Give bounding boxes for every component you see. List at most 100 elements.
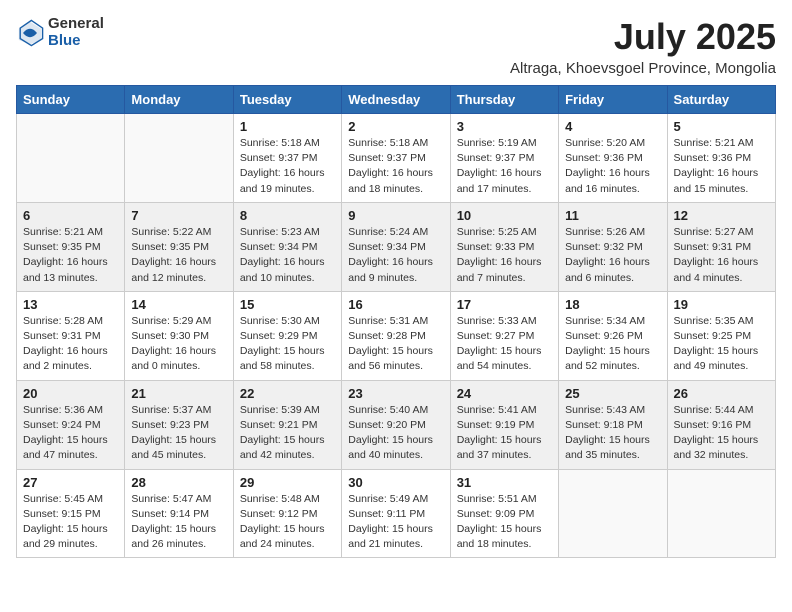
day-number: 30 bbox=[348, 475, 443, 490]
day-info: Sunrise: 5:25 AM Sunset: 9:33 PM Dayligh… bbox=[457, 225, 552, 286]
day-number: 24 bbox=[457, 386, 552, 401]
subtitle: Altraga, Khoevsgoel Province, Mongolia bbox=[510, 60, 776, 77]
day-info: Sunrise: 5:30 AM Sunset: 9:29 PM Dayligh… bbox=[240, 314, 335, 375]
calendar-day-header: Wednesday bbox=[342, 86, 450, 114]
day-number: 4 bbox=[565, 119, 660, 134]
logo-general-text: General bbox=[48, 16, 104, 33]
day-number: 16 bbox=[348, 297, 443, 312]
calendar-day-cell: 17Sunrise: 5:33 AM Sunset: 9:27 PM Dayli… bbox=[450, 291, 558, 380]
day-info: Sunrise: 5:43 AM Sunset: 9:18 PM Dayligh… bbox=[565, 403, 660, 464]
calendar-day-cell: 31Sunrise: 5:51 AM Sunset: 9:09 PM Dayli… bbox=[450, 469, 558, 558]
day-number: 7 bbox=[131, 208, 226, 223]
calendar-day-cell: 8 Sunrise: 5:23 AM Sunset: 9:34 PM Daylig… bbox=[233, 202, 341, 291]
calendar-day-cell bbox=[667, 469, 775, 558]
day-number: 5 bbox=[674, 119, 769, 134]
day-info: Sunrise: 5:31 AM Sunset: 9:28 PM Dayligh… bbox=[348, 314, 443, 375]
calendar-week-row: 13 Sunrise: 5:28 AM Sunset: 9:31 PM Dayli… bbox=[17, 291, 776, 380]
logo-icon bbox=[16, 19, 44, 47]
day-number: 8 bbox=[240, 208, 335, 223]
calendar-day-cell: 19 Sunrise: 5:35 AM Sunset: 9:25 PM Dayli… bbox=[667, 291, 775, 380]
calendar-day-cell: 26Sunrise: 5:44 AM Sunset: 9:16 PM Dayli… bbox=[667, 380, 775, 469]
calendar-table: SundayMondayTuesdayWednesdayThursdayFrid… bbox=[16, 85, 776, 558]
calendar-day-cell: 11Sunrise: 5:26 AM Sunset: 9:32 PM Dayli… bbox=[559, 202, 667, 291]
day-info: Sunrise: 5:48 AM Sunset: 9:12 PM Dayligh… bbox=[240, 492, 335, 553]
day-number: 1 bbox=[240, 119, 335, 134]
calendar-day-cell: 10 Sunrise: 5:25 AM Sunset: 9:33 PM Dayli… bbox=[450, 202, 558, 291]
day-info: Sunrise: 5:29 AM Sunset: 9:30 PM Dayligh… bbox=[131, 314, 226, 375]
day-info: Sunrise: 5:27 AM Sunset: 9:31 PM Dayligh… bbox=[674, 225, 769, 286]
calendar-day-header: Monday bbox=[125, 86, 233, 114]
logo: General Blue bbox=[16, 16, 104, 49]
title-block: July 2025 Altraga, Khoevsgoel Province, … bbox=[510, 16, 776, 77]
calendar-day-header: Tuesday bbox=[233, 86, 341, 114]
day-number: 22 bbox=[240, 386, 335, 401]
calendar-day-cell: 5 Sunrise: 5:21 AM Sunset: 9:36 PM Daylig… bbox=[667, 114, 775, 203]
day-info: Sunrise: 5:45 AM Sunset: 9:15 PM Dayligh… bbox=[23, 492, 118, 553]
calendar-day-header: Sunday bbox=[17, 86, 125, 114]
day-number: 28 bbox=[131, 475, 226, 490]
calendar-day-cell: 18 Sunrise: 5:34 AM Sunset: 9:26 PM Dayli… bbox=[559, 291, 667, 380]
day-info: Sunrise: 5:40 AM Sunset: 9:20 PM Dayligh… bbox=[348, 403, 443, 464]
calendar-day-cell: 14 Sunrise: 5:29 AM Sunset: 9:30 PM Dayli… bbox=[125, 291, 233, 380]
day-info: Sunrise: 5:35 AM Sunset: 9:25 PM Dayligh… bbox=[674, 314, 769, 375]
day-number: 21 bbox=[131, 386, 226, 401]
day-number: 15 bbox=[240, 297, 335, 312]
day-info: Sunrise: 5:34 AM Sunset: 9:26 PM Dayligh… bbox=[565, 314, 660, 375]
day-info: Sunrise: 5:23 AM Sunset: 9:34 PM Dayligh… bbox=[240, 225, 335, 286]
calendar-day-cell bbox=[559, 469, 667, 558]
calendar-day-cell: 4Sunrise: 5:20 AM Sunset: 9:36 PM Daylig… bbox=[559, 114, 667, 203]
calendar-day-header: Friday bbox=[559, 86, 667, 114]
day-number: 27 bbox=[23, 475, 118, 490]
day-info: Sunrise: 5:22 AM Sunset: 9:35 PM Dayligh… bbox=[131, 225, 226, 286]
day-info: Sunrise: 5:47 AM Sunset: 9:14 PM Dayligh… bbox=[131, 492, 226, 553]
day-number: 14 bbox=[131, 297, 226, 312]
day-info: Sunrise: 5:21 AM Sunset: 9:36 PM Dayligh… bbox=[674, 136, 769, 197]
day-number: 23 bbox=[348, 386, 443, 401]
main-title: July 2025 bbox=[510, 16, 776, 58]
day-info: Sunrise: 5:24 AM Sunset: 9:34 PM Dayligh… bbox=[348, 225, 443, 286]
calendar-day-cell: 7 Sunrise: 5:22 AM Sunset: 9:35 PM Daylig… bbox=[125, 202, 233, 291]
calendar-day-cell: 23 Sunrise: 5:40 AM Sunset: 9:20 PM Dayli… bbox=[342, 380, 450, 469]
day-info: Sunrise: 5:51 AM Sunset: 9:09 PM Dayligh… bbox=[457, 492, 552, 553]
calendar-week-row: 1 Sunrise: 5:18 AM Sunset: 9:37 PM Daylig… bbox=[17, 114, 776, 203]
day-number: 25 bbox=[565, 386, 660, 401]
calendar-day-cell: 25 Sunrise: 5:43 AM Sunset: 9:18 PM Dayli… bbox=[559, 380, 667, 469]
logo-blue-text: Blue bbox=[48, 33, 104, 50]
calendar-day-cell: 12Sunrise: 5:27 AM Sunset: 9:31 PM Dayli… bbox=[667, 202, 775, 291]
day-number: 18 bbox=[565, 297, 660, 312]
calendar-day-cell: 1 Sunrise: 5:18 AM Sunset: 9:37 PM Daylig… bbox=[233, 114, 341, 203]
day-number: 6 bbox=[23, 208, 118, 223]
day-info: Sunrise: 5:18 AM Sunset: 9:37 PM Dayligh… bbox=[240, 136, 335, 197]
calendar-header-row: SundayMondayTuesdayWednesdayThursdayFrid… bbox=[17, 86, 776, 114]
day-info: Sunrise: 5:36 AM Sunset: 9:24 PM Dayligh… bbox=[23, 403, 118, 464]
calendar-day-cell: 6 Sunrise: 5:21 AM Sunset: 9:35 PM Daylig… bbox=[17, 202, 125, 291]
day-info: Sunrise: 5:49 AM Sunset: 9:11 PM Dayligh… bbox=[348, 492, 443, 553]
calendar-day-cell: 28 Sunrise: 5:47 AM Sunset: 9:14 PM Dayli… bbox=[125, 469, 233, 558]
calendar-day-cell: 27 Sunrise: 5:45 AM Sunset: 9:15 PM Dayli… bbox=[17, 469, 125, 558]
day-number: 29 bbox=[240, 475, 335, 490]
calendar-day-cell: 2Sunrise: 5:18 AM Sunset: 9:37 PM Daylig… bbox=[342, 114, 450, 203]
calendar-day-cell: 9Sunrise: 5:24 AM Sunset: 9:34 PM Daylig… bbox=[342, 202, 450, 291]
day-number: 13 bbox=[23, 297, 118, 312]
calendar-day-cell: 29 Sunrise: 5:48 AM Sunset: 9:12 PM Dayli… bbox=[233, 469, 341, 558]
page-header: General Blue July 2025 Altraga, Khoevsgo… bbox=[16, 16, 776, 77]
day-info: Sunrise: 5:26 AM Sunset: 9:32 PM Dayligh… bbox=[565, 225, 660, 286]
day-number: 10 bbox=[457, 208, 552, 223]
day-info: Sunrise: 5:21 AM Sunset: 9:35 PM Dayligh… bbox=[23, 225, 118, 286]
calendar-week-row: 20Sunrise: 5:36 AM Sunset: 9:24 PM Dayli… bbox=[17, 380, 776, 469]
day-info: Sunrise: 5:18 AM Sunset: 9:37 PM Dayligh… bbox=[348, 136, 443, 197]
calendar-day-cell: 15 Sunrise: 5:30 AM Sunset: 9:29 PM Dayli… bbox=[233, 291, 341, 380]
day-number: 19 bbox=[674, 297, 769, 312]
calendar-day-header: Thursday bbox=[450, 86, 558, 114]
calendar-day-cell: 30 Sunrise: 5:49 AM Sunset: 9:11 PM Dayli… bbox=[342, 469, 450, 558]
day-number: 26 bbox=[674, 386, 769, 401]
day-info: Sunrise: 5:37 AM Sunset: 9:23 PM Dayligh… bbox=[131, 403, 226, 464]
day-info: Sunrise: 5:19 AM Sunset: 9:37 PM Dayligh… bbox=[457, 136, 552, 197]
day-number: 17 bbox=[457, 297, 552, 312]
calendar-day-cell: 3Sunrise: 5:19 AM Sunset: 9:37 PM Daylig… bbox=[450, 114, 558, 203]
calendar-day-cell: 16 Sunrise: 5:31 AM Sunset: 9:28 PM Dayli… bbox=[342, 291, 450, 380]
calendar-day-header: Saturday bbox=[667, 86, 775, 114]
logo-text: General Blue bbox=[48, 16, 104, 49]
day-info: Sunrise: 5:28 AM Sunset: 9:31 PM Dayligh… bbox=[23, 314, 118, 375]
calendar-day-cell: 22Sunrise: 5:39 AM Sunset: 9:21 PM Dayli… bbox=[233, 380, 341, 469]
